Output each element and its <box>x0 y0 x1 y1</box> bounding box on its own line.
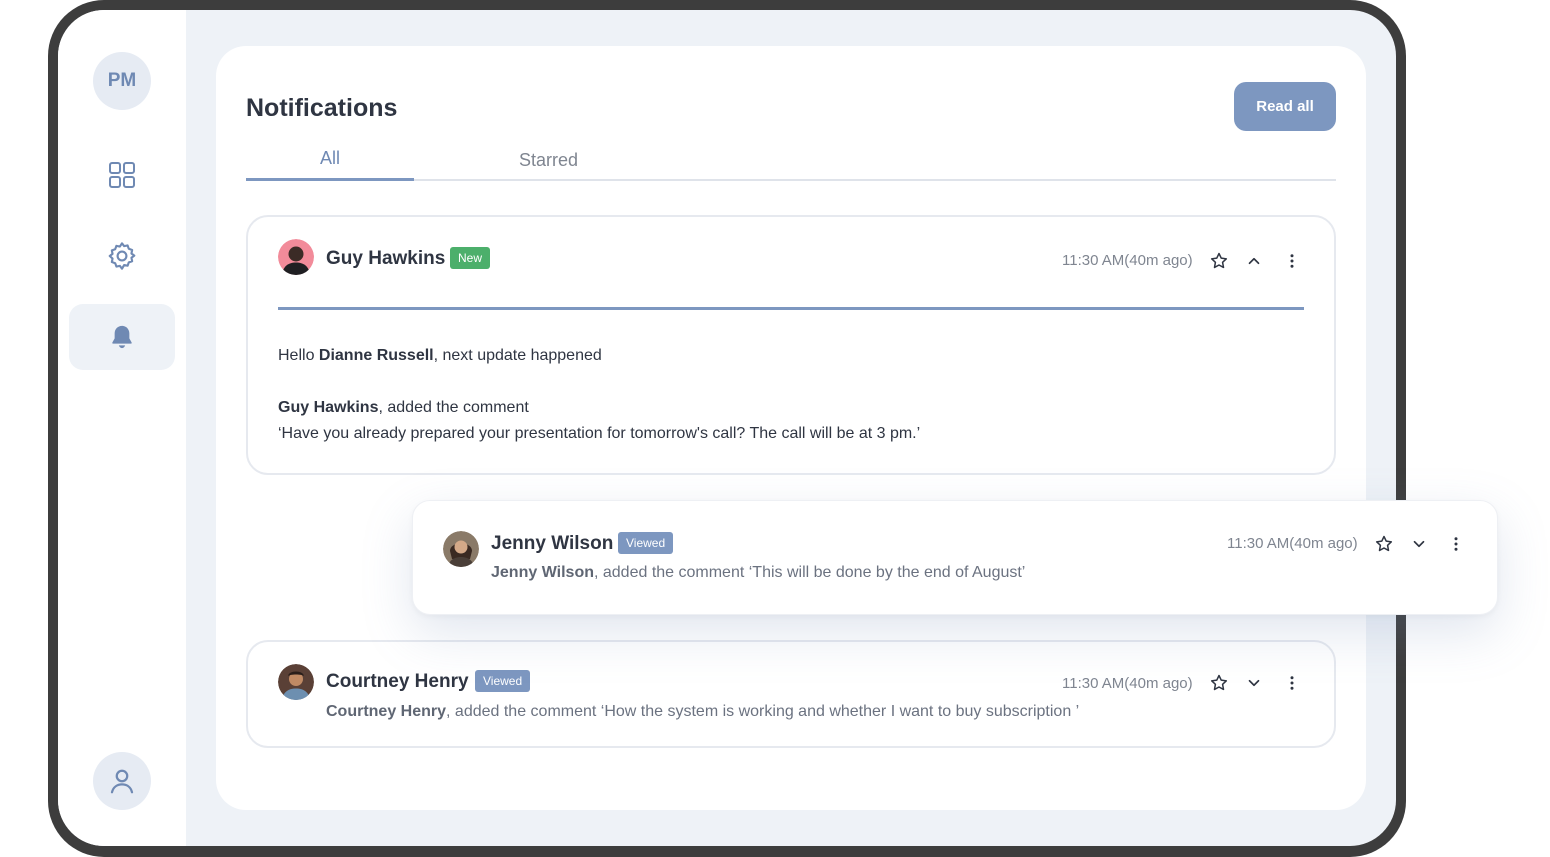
expand-button[interactable] <box>1242 671 1266 695</box>
gear-icon <box>108 242 136 270</box>
kebab-menu-icon <box>1454 537 1458 551</box>
star-button[interactable] <box>1207 249 1231 273</box>
notification-card-expanded[interactable]: Guy Hawkins New 11:30 AM(40m ago) Hello … <box>246 215 1336 475</box>
star-icon <box>1210 252 1228 269</box>
collapse-button[interactable] <box>1242 249 1266 273</box>
card-divider <box>278 307 1304 310</box>
kebab-menu-icon <box>1290 676 1294 690</box>
more-options-button[interactable] <box>1280 249 1304 273</box>
page-title: Notifications <box>246 94 398 122</box>
user-profile-button[interactable] <box>93 752 151 810</box>
tab-starred[interactable]: Starred <box>519 150 578 171</box>
sender-name: Courtney Henry <box>326 671 469 692</box>
sidebar-item-dashboard[interactable] <box>69 142 175 208</box>
chevron-down-icon <box>1413 540 1425 548</box>
sidebar-item-settings[interactable] <box>69 223 175 289</box>
status-badge: New <box>450 247 491 269</box>
comment-action-line: Guy Hawkins, added the comment <box>278 399 529 416</box>
avatar <box>443 531 479 567</box>
comment-quote: ‘Have you already prepared your presenta… <box>278 425 921 442</box>
status-badge: Viewed <box>618 532 674 554</box>
avatar <box>278 664 314 700</box>
profile-avatar[interactable]: PM <box>93 52 151 110</box>
grid-icon <box>109 162 135 188</box>
more-options-button[interactable] <box>1280 671 1304 695</box>
avatar <box>278 239 314 275</box>
app-screen: PM Notifications Read all All Starred Gu… <box>58 10 1396 846</box>
notification-card-floating[interactable]: Jenny Wilson Viewed 11:30 AM(40m ago) Je… <box>412 500 1498 615</box>
comment-summary: Jenny Wilson, added the comment ‘This wi… <box>491 564 1026 581</box>
chevron-down-icon <box>1248 679 1260 687</box>
timestamp: 11:30 AM(40m ago) <box>1227 535 1358 552</box>
read-all-button[interactable]: Read all <box>1234 82 1336 131</box>
tab-all[interactable]: All <box>246 148 414 169</box>
chevron-up-icon <box>1248 257 1260 265</box>
bell-icon <box>112 325 132 349</box>
status-badge: Viewed <box>475 670 531 692</box>
greeting-line: Hello Dianne Russell, next update happen… <box>278 347 602 364</box>
user-icon <box>110 769 134 794</box>
comment-summary: Courtney Henry, added the comment ‘How t… <box>326 703 1080 720</box>
sidebar: PM <box>58 10 186 846</box>
timestamp: 11:30 AM(40m ago) <box>1062 252 1193 269</box>
star-button[interactable] <box>1207 671 1231 695</box>
notification-card[interactable]: Courtney Henry Viewed 11:30 AM(40m ago) … <box>246 640 1336 748</box>
notifications-panel: Notifications Read all All Starred Guy H… <box>216 46 1366 810</box>
more-options-button[interactable] <box>1444 532 1468 556</box>
tab-bar: All Starred <box>246 142 1336 181</box>
sender-name: Guy Hawkins <box>326 248 446 269</box>
sender-name: Jenny Wilson <box>491 533 614 554</box>
timestamp: 11:30 AM(40m ago) <box>1062 675 1193 692</box>
active-tab-indicator <box>246 178 414 181</box>
sidebar-item-notifications[interactable] <box>69 304 175 370</box>
star-icon <box>1210 674 1228 691</box>
kebab-menu-icon <box>1290 254 1294 268</box>
expand-button[interactable] <box>1407 532 1431 556</box>
star-button[interactable] <box>1372 532 1396 556</box>
star-icon <box>1375 535 1393 552</box>
